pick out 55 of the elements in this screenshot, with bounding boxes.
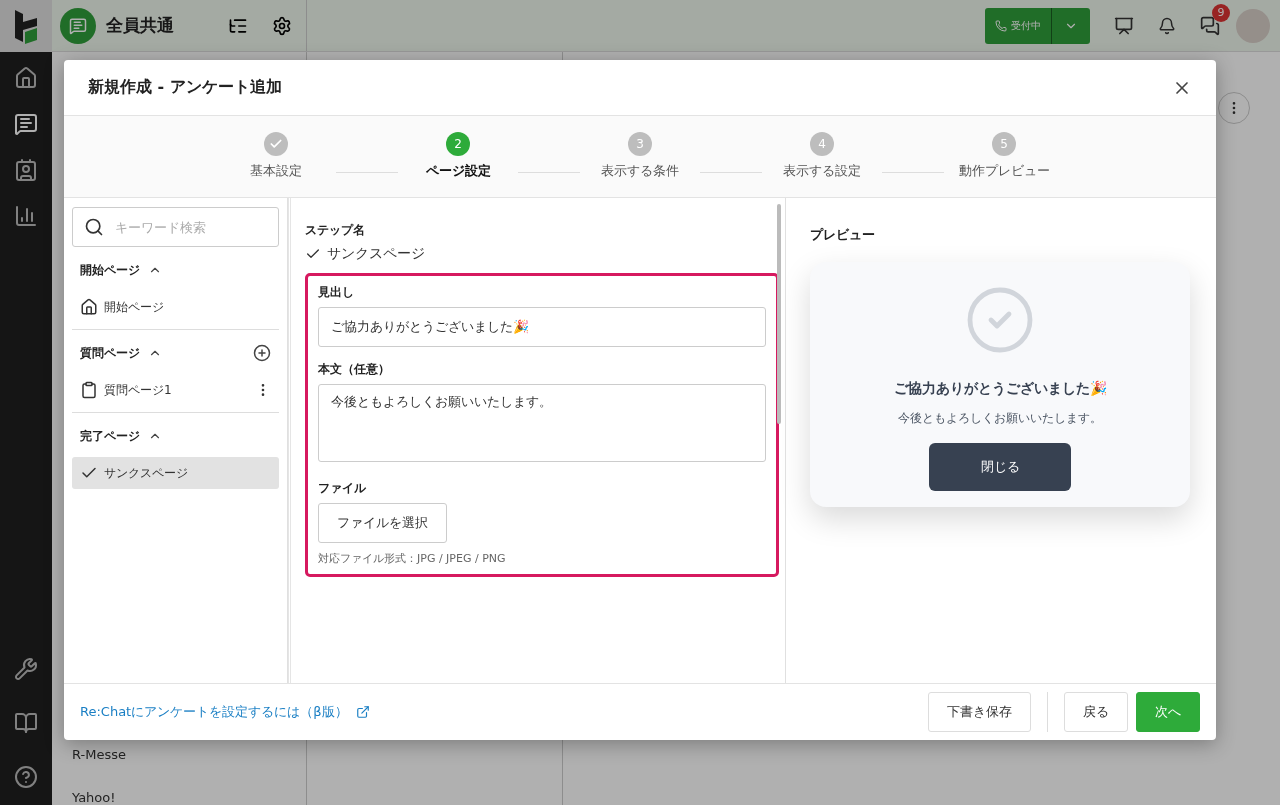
file-select-button[interactable]: ファイルを選択: [318, 503, 447, 543]
step-indicator: 5: [992, 132, 1016, 156]
preview-body: 今後ともよろしくお願いいたします。: [898, 410, 1102, 427]
home-icon: [80, 298, 98, 316]
step-name: サンクスページ: [327, 245, 425, 263]
workspace-name: 全員共通: [106, 14, 174, 37]
footer-button[interactable]: 下書き保存: [928, 692, 1031, 732]
message-list-icon: [14, 112, 38, 136]
bar-chart-icon: [14, 204, 38, 228]
search-field[interactable]: キーワード検索: [72, 207, 279, 247]
book-icon: [14, 711, 38, 735]
wrench-icon: [14, 657, 38, 681]
list-item[interactable]: Yahoo!: [72, 776, 286, 805]
home-icon: [14, 66, 38, 90]
chat-icon[interactable]: [1200, 15, 1220, 36]
help-icon: [14, 765, 38, 789]
workspace-icon[interactable]: [60, 7, 96, 44]
close-button[interactable]: 閉じる: [929, 443, 1071, 491]
external-link-icon: [355, 705, 370, 719]
add-button[interactable]: [253, 344, 271, 362]
step-indicator: 3: [628, 132, 652, 156]
field-label: 見出し: [318, 284, 355, 301]
board-icon[interactable]: [1114, 15, 1134, 36]
page-item[interactable]: 開始ページ: [72, 291, 279, 323]
step-label: 表示する条件: [601, 162, 679, 180]
clipboard-icon: [80, 381, 98, 399]
field-label: ステップ名: [305, 222, 366, 239]
heading-field[interactable]: ご協力ありがとうございました🎉: [318, 307, 766, 347]
step-label: ページ設定: [425, 162, 491, 180]
plus-circle-icon: [253, 344, 271, 362]
section-title: 完了ページ: [80, 427, 140, 445]
page-item[interactable]: 質問ページ1: [72, 374, 279, 406]
dialog-title: 新規作成 - アンケート追加: [88, 77, 282, 98]
step-label: 動作プレビュー: [958, 162, 1050, 180]
step-indicator: 4: [810, 132, 834, 156]
preview-heading: ご協力ありがとうございました🎉: [893, 380, 1107, 398]
section-title: 質問ページ: [80, 344, 140, 362]
phone-icon: [995, 19, 1007, 32]
section-title: 開始ページ: [80, 261, 140, 279]
help-link[interactable]: Re:Chatにアンケートを設定するには（β版）: [80, 703, 370, 721]
body-field[interactable]: 今後ともよろしくお願いいたします。: [318, 384, 766, 462]
contact-card-icon: [14, 158, 38, 182]
field-label: 本文（任意）: [318, 361, 391, 378]
step-label: 基本設定: [250, 162, 302, 180]
footer-button[interactable]: 戻る: [1064, 692, 1128, 732]
notification-badge: 9: [1212, 3, 1230, 22]
file-hint: 対応ファイル形式：JPG / JPEG / PNG: [318, 551, 507, 566]
step-indicator: 2: [446, 132, 470, 156]
step-label: 表示する設定: [783, 162, 861, 180]
page-item[interactable]: サンクスページ: [72, 457, 279, 489]
preview-title: プレビュー: [810, 226, 876, 244]
search-icon: [84, 217, 104, 237]
bell-icon[interactable]: [1158, 16, 1176, 35]
field-label: ファイル: [318, 480, 367, 497]
settings-icon[interactable]: [272, 15, 292, 36]
